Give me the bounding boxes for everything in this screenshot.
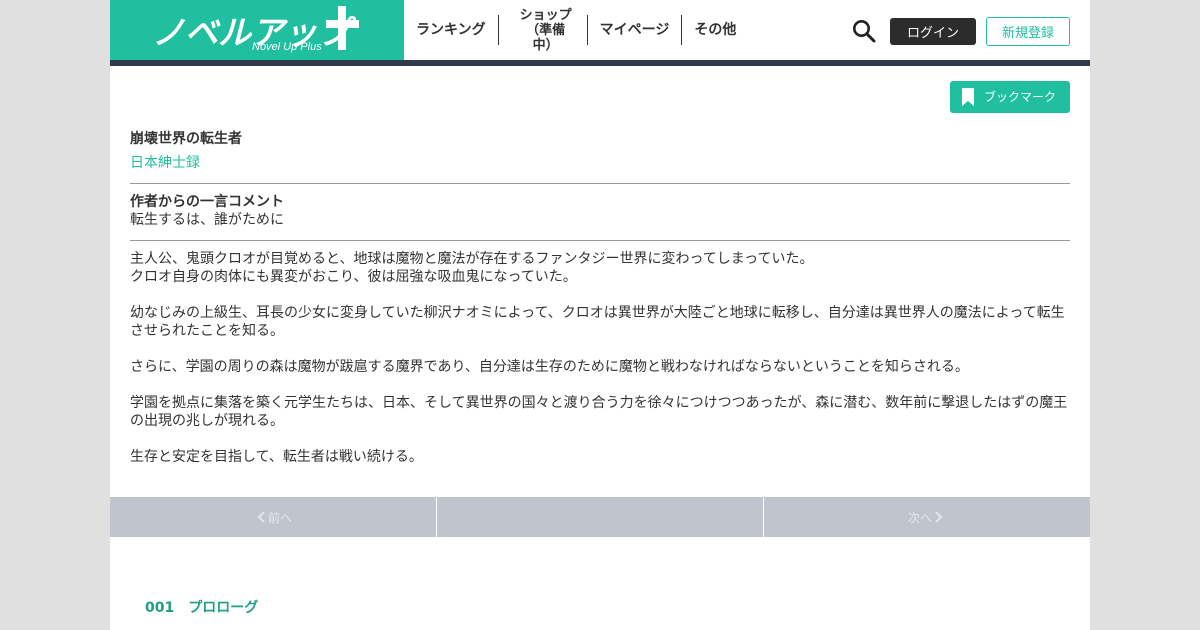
nav-item-mypage[interactable]: マイページ xyxy=(588,15,683,45)
divider xyxy=(130,240,1070,241)
site-header: ノベルアップ Novel Up Plus ランキング ショップ （準備中） マイ… xyxy=(110,0,1090,60)
synopsis-paragraph: 幼なじみの上級生、耳長の少女に変身していた柳沢ナオミによって、クロオは異世界が大… xyxy=(130,305,1065,339)
episode-pager: 前へ 次へ xyxy=(110,497,1090,537)
bookmark-label: ブックマーク xyxy=(984,90,1057,104)
author-link[interactable]: 日本紳士録 xyxy=(130,153,200,173)
nav-item-other[interactable]: その他 xyxy=(682,15,748,45)
chapter-number: 001 xyxy=(145,600,175,616)
site-logo[interactable]: ノベルアップ Novel Up Plus xyxy=(110,0,404,60)
bookmark-button[interactable]: ブックマーク xyxy=(950,81,1070,113)
chapter-link[interactable]: 001 プロローグ xyxy=(145,598,258,618)
main-nav: ランキング ショップ （準備中） マイページ その他 xyxy=(404,0,748,60)
register-button[interactable]: 新規登録 xyxy=(986,17,1070,46)
author-comment: 転生するは、誰がために xyxy=(130,212,284,228)
chevron-right-icon xyxy=(935,511,943,523)
comment-heading: 作者からの一言コメント xyxy=(130,194,284,210)
pager-middle xyxy=(436,497,763,537)
synopsis-paragraph: 生存と安定を目指して、転生者は戦い続ける。 xyxy=(130,449,423,465)
login-button[interactable]: ログイン xyxy=(890,18,976,45)
chevron-left-icon xyxy=(257,511,265,523)
synopsis-paragraph: 主人公、鬼頭クロオが目覚めると、地球は魔物と魔法が存在するファンタジー世界に変わ… xyxy=(130,251,814,285)
next-button[interactable]: 次へ xyxy=(763,497,1090,537)
nav-item-shop[interactable]: ショップ （準備中） xyxy=(499,8,588,53)
prev-button[interactable]: 前へ xyxy=(110,497,436,537)
logo-image: ノベルアップ Novel Up Plus xyxy=(152,6,359,53)
chapter-title: プロローグ xyxy=(188,600,259,616)
next-label: 次へ xyxy=(907,510,932,525)
synopsis-paragraph: さらに、学園の周りの森は魔物が跋扈する魔界であり、自分達は生存のために魔物と戦わ… xyxy=(130,359,969,375)
synopsis-paragraph: 学園を拠点に集落を築く元学生たちは、日本、そして異世界の国々と渡り合う力を徐々に… xyxy=(130,395,1068,429)
page: ノベルアップ Novel Up Plus ランキング ショップ （準備中） マイ… xyxy=(110,0,1090,630)
svg-text:Novel Up Plus: Novel Up Plus xyxy=(252,41,322,53)
search-icon[interactable] xyxy=(852,19,876,43)
header-divider-bar xyxy=(110,60,1090,66)
nav-item-ranking[interactable]: ランキング xyxy=(404,15,499,45)
bookmark-icon xyxy=(962,88,974,109)
synopsis: 主人公、鬼頭クロオが目覚めると、地球は魔物と魔法が存在するファンタジー世界に変わ… xyxy=(130,250,1070,484)
work-title: 崩壊世界の転生者 xyxy=(130,131,242,147)
divider xyxy=(130,183,1070,184)
prev-label: 前へ xyxy=(267,510,292,525)
